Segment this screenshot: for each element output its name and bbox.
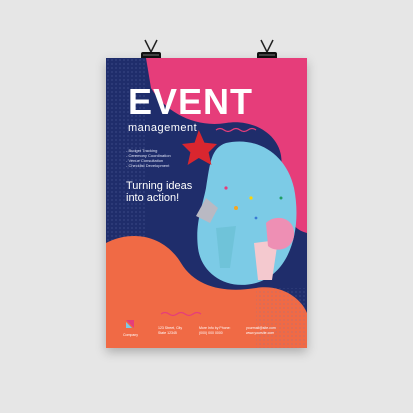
phone-line: (000) 000 0000 <box>199 331 223 335</box>
footer-phone: More Info by Phone: (000) 000 0000 <box>199 326 231 336</box>
company-logo-label: Company <box>123 333 138 337</box>
poster-subtitle: management <box>128 122 198 134</box>
event-poster: EVENT management - Budget Tracking - Cer… <box>106 58 307 348</box>
address-line: State 12345 <box>158 331 177 335</box>
footer-web: yourmail@site.com www.yoursite.com <box>246 326 276 336</box>
web-line: www.yoursite.com <box>246 331 275 335</box>
service-item: - Checklist Development <box>126 163 170 168</box>
poster-title: EVENT <box>128 81 254 122</box>
poster-tagline: Turning ideas into action! <box>126 180 193 204</box>
services-list: - Budget Tracking - Ceremony Coordinatio… <box>126 148 171 168</box>
footer-address: 123 Street, City State 12345 <box>158 326 182 336</box>
